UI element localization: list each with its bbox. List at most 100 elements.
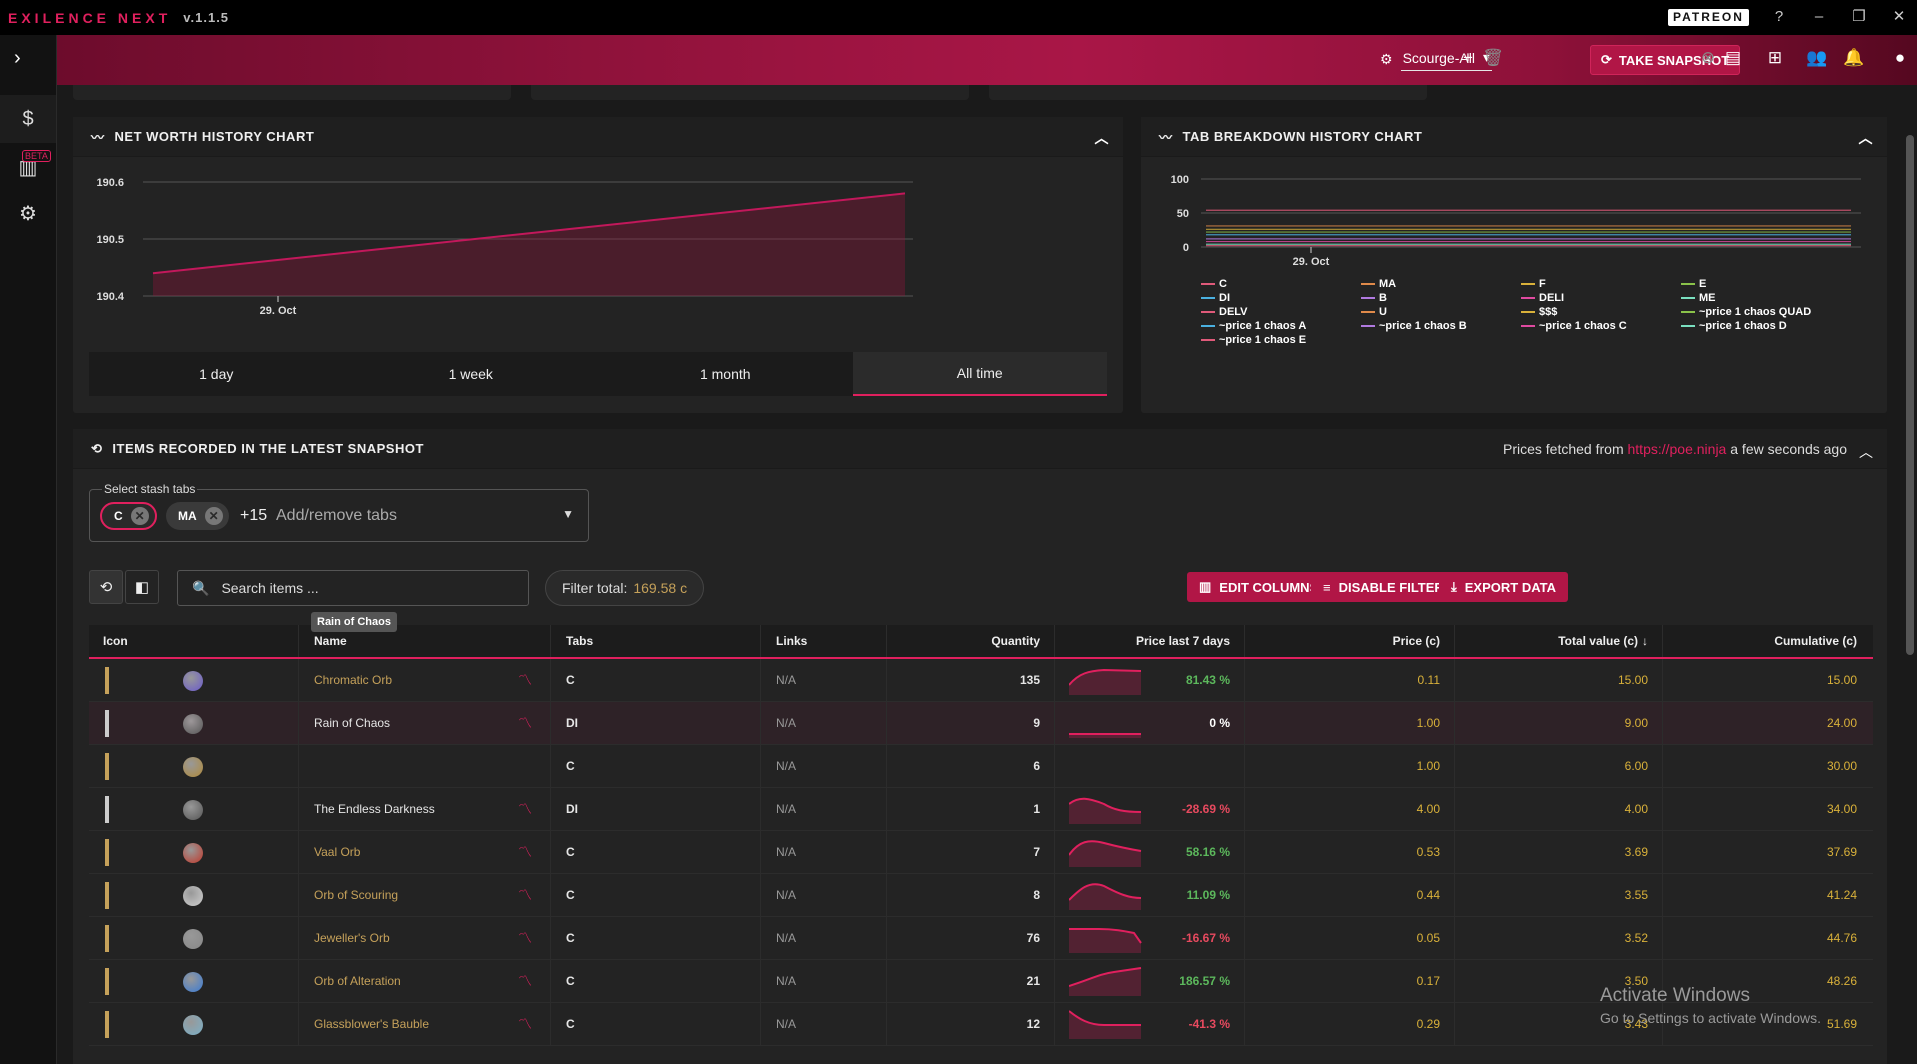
add-box-icon[interactable]: ⊞ [1764,48,1786,68]
account-icon[interactable]: ● [1889,48,1911,68]
legend-item[interactable]: ~price 1 chaos E [1201,333,1361,347]
trending-icon[interactable]: 〽 [518,842,532,862]
maximize-icon[interactable]: ❐ [1848,6,1870,28]
legend-item[interactable]: ~price 1 chaos D [1681,319,1841,333]
col-price-7-days[interactable]: Price last 7 days [1055,625,1245,657]
minimize-icon[interactable]: – [1808,6,1830,28]
trending-icon[interactable]: 〽 [518,971,532,991]
legend-item[interactable]: ~price 1 chaos QUAD [1681,305,1841,319]
legend-item[interactable]: F [1521,277,1681,291]
legend-item[interactable]: ~price 1 chaos C [1521,319,1681,333]
tab-1-day[interactable]: 1 day [89,352,344,396]
snapshot-icon: ⟳ [1601,52,1612,67]
col-total-value[interactable]: Total value (c) ↓ [1455,625,1663,657]
legend-item[interactable]: DELI [1521,291,1681,305]
trending-icon[interactable]: 〽 [518,670,532,690]
cancel-snapshot-icon[interactable]: ⊗ [1697,48,1719,68]
col-tabs[interactable]: Tabs [551,625,761,657]
tab-all-time[interactable]: All time [852,352,1107,396]
legend-item[interactable]: ~price 1 chaos B [1361,319,1521,333]
trending-icon[interactable]: 〽 [518,928,532,948]
delete-icon[interactable]: 🗑 [1482,48,1504,68]
col-links[interactable]: Links [761,625,887,657]
legend-swatch [1201,339,1215,341]
dropdown-arrow-icon[interactable]: ▼ [562,507,574,521]
export-data-button[interactable]: ⤓ EXPORT DATA [1439,572,1568,602]
trending-icon[interactable]: 〽 [518,885,532,905]
page-scrollbar[interactable] [1903,85,1917,1064]
poe-ninja-link[interactable]: https://poe.ninja [1628,441,1727,457]
legend-swatch [1361,325,1375,327]
snapshot-history-icon[interactable]: ⟲ [89,570,123,604]
prices-source: Prices fetched from https://poe.ninja a … [1503,441,1847,457]
legend-item[interactable]: MA [1361,277,1521,291]
notifications-icon[interactable]: 🔔 [1843,48,1865,68]
price-change: -41.3 % [1188,1017,1230,1031]
net-worth-panel: 〰 NET WORTH HISTORY CHART ︿ 190.6 190.5 19… [73,117,1123,413]
disable-filter-button[interactable]: ≡ DISABLE FILTER [1311,572,1456,602]
legend-item[interactable]: C [1201,277,1361,291]
close-icon[interactable]: ✕ [1888,6,1910,28]
table-row[interactable]: C N/A 6 1.00 6.00 30.00 [89,745,1873,788]
item-quantity: 7 [887,831,1055,873]
trending-icon[interactable]: 〽 [518,1014,532,1034]
item-links: N/A [761,960,887,1002]
item-cumulative: 24.00 [1826,716,1857,730]
nav-settings-gear-icon[interactable]: ⚙ [0,189,56,237]
legend-item[interactable]: ME [1681,291,1841,305]
collapse-chevron-icon[interactable]: ︿ [1095,128,1110,148]
clear-snapshots-icon[interactable]: ▤ [1722,48,1744,68]
patreon-button[interactable]: PATREON [1668,9,1749,26]
settings-gear-icon[interactable]: ⚙ [1380,51,1393,68]
add-tabs-placeholder[interactable]: Add/remove tabs [276,507,397,525]
group-icon[interactable]: 👥 [1806,48,1828,68]
collapse-chevron-icon[interactable]: ︿ [1859,442,1873,462]
stash-chip-c[interactable]: C ✕ [100,502,157,530]
stash-tab-select[interactable]: Select stash tabs C ✕ MA ✕ +15 Add/remove … [89,482,589,542]
table-row[interactable]: Orb of Scouring 〽 C N/A 8 11.09 % 0.44 3.… [89,874,1873,917]
filter-value: 169.58 c [633,580,688,596]
trending-icon[interactable]: 〽 [518,713,532,733]
col-quantity[interactable]: Quantity [887,625,1055,657]
table-row[interactable]: The Endless Darkness 〽 DI N/A 1 -28.69 % … [89,788,1873,831]
expand-sidebar-chevron-icon[interactable]: › [14,47,21,70]
tab-1-week[interactable]: 1 week [344,352,599,396]
table-row[interactable]: Rain of Chaos 〽 DI N/A 9 0 % 1.00 9.00 24… [89,702,1873,745]
col-icon[interactable]: Icon [89,625,299,657]
legend-item[interactable]: DELV [1201,305,1361,319]
table-row[interactable]: Vaal Orb 〽 C N/A 7 58.16 % 0.53 3.69 37.6… [89,831,1873,874]
legend-item[interactable]: B [1361,291,1521,305]
collapse-chevron-icon[interactable]: ︿ [1859,128,1874,148]
scroll-thumb[interactable] [1906,135,1914,655]
disable-filter-label: DISABLE FILTER [1338,579,1444,595]
search-input[interactable]: 🔍 Search items ... [177,570,529,606]
item-links: N/A [761,917,887,959]
item-cumulative: 15.00 [1826,673,1857,687]
table-row[interactable]: Jeweller's Orb 〽 C N/A 76 -16.67 % 0.05 3… [89,917,1873,960]
remove-chip-icon[interactable]: ✕ [130,507,149,525]
trending-icon[interactable]: 〽 [518,799,532,819]
legend-item[interactable]: $$$ [1521,305,1681,319]
legend-label: ~price 1 chaos QUAD [1699,306,1812,318]
legend-item[interactable]: U [1361,305,1521,319]
legend-item[interactable]: ~price 1 chaos A [1201,319,1361,333]
col-cumulative[interactable]: Cumulative (c) [1663,625,1873,657]
stash-chip-ma[interactable]: MA ✕ [166,502,229,530]
tab-1-month[interactable]: 1 month [598,352,853,396]
add-icon[interactable]: + [1457,48,1479,68]
legend-item[interactable]: DI [1201,291,1361,305]
icon-cell [89,960,299,1002]
table-row[interactable]: Chromatic Orb 〽 C N/A 135 81.43 % 0.11 15… [89,659,1873,702]
col-price[interactable]: Price (c) [1245,625,1455,657]
legend-label: ~price 1 chaos B [1379,320,1467,332]
remove-chip-icon[interactable]: ✕ [204,507,223,525]
nav-networth-icon[interactable]: $ [0,95,56,143]
help-icon[interactable]: ? [1768,6,1790,28]
legend-item[interactable]: E [1681,277,1841,291]
compare-icon[interactable]: ◧ [125,570,159,604]
item-price: 0.17 [1245,960,1455,1002]
item-price-trend: 11.09 % [1055,874,1245,916]
edit-columns-button[interactable]: ▥ EDIT COLUMNS [1187,572,1331,602]
items-title: ITEMS RECORDED IN THE LATEST SNAPSHOT [112,441,424,456]
icon-cell [89,788,299,830]
